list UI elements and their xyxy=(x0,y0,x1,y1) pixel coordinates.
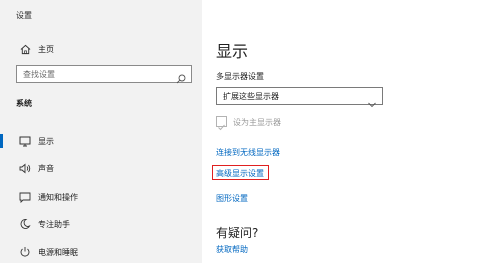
graphics-settings-link[interactable]: 图形设置 xyxy=(216,193,248,204)
multi-display-label: 多显示器设置 xyxy=(216,72,264,81)
search-icon[interactable] xyxy=(176,69,186,84)
main-content: 显示 多显示器设置 扩展这些显示器 设为主显示器 连接到无线显示器 高级显示设置… xyxy=(202,0,500,263)
main-display-checkbox[interactable] xyxy=(216,116,227,131)
sidebar-item-label: 通知和操作 xyxy=(38,192,78,202)
sidebar-item-home[interactable]: 主页 xyxy=(0,39,202,59)
page-title: 显示 xyxy=(216,42,249,61)
sidebar-item-label: 声音 xyxy=(38,163,54,173)
moon-icon xyxy=(18,217,32,231)
section-label: 系统 xyxy=(16,99,32,108)
monitor-icon xyxy=(18,134,32,148)
multi-display-dropdown[interactable]: 扩展这些显示器 xyxy=(216,87,383,108)
wireless-display-link[interactable]: 连接到无线显示器 xyxy=(216,147,280,158)
power-icon xyxy=(18,245,32,259)
search-placeholder: 查找设置 xyxy=(23,70,55,79)
sidebar-item-display[interactable]: 显示 xyxy=(0,131,202,151)
speaker-icon xyxy=(18,161,32,175)
help-title: 有疑问? xyxy=(216,226,259,240)
sidebar-item-label: 显示 xyxy=(38,136,54,146)
home-icon xyxy=(18,42,32,56)
active-indicator xyxy=(0,134,3,148)
check-icon xyxy=(218,124,225,131)
app-title: 设置 xyxy=(16,11,32,20)
sidebar-item-label: 专注助手 xyxy=(38,219,70,229)
chevron-down-icon xyxy=(368,93,376,108)
sidebar-item-label: 主页 xyxy=(38,44,54,54)
checkbox-label: 设为主显示器 xyxy=(233,118,281,127)
sidebar-item-notifications[interactable]: 通知和操作 xyxy=(0,187,202,207)
sidebar-item-power[interactable]: 电源和睡眠 xyxy=(0,242,202,262)
dropdown-value: 扩展这些显示器 xyxy=(223,92,279,101)
sidebar: 设置 主页 查找设置 系统 显示 声音 通知和操作 专注助手 电源和睡眠 xyxy=(0,0,202,263)
advanced-display-link[interactable]: 高级显示设置 xyxy=(216,168,264,179)
get-help-link[interactable]: 获取帮助 xyxy=(216,244,248,255)
notification-icon xyxy=(18,190,32,204)
sidebar-item-focus-assist[interactable]: 专注助手 xyxy=(0,214,202,234)
sidebar-item-label: 电源和睡眠 xyxy=(38,247,78,257)
search-input[interactable]: 查找设置 xyxy=(16,65,192,84)
sidebar-item-sound[interactable]: 声音 xyxy=(0,158,202,178)
